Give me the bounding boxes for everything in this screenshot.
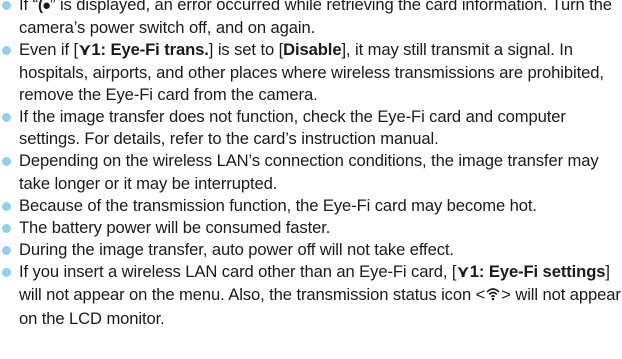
bullet-icon [2,224,11,234]
note-auto-power-off: During the image transfer, auto power of… [0,239,622,261]
note-other-lan-card: If you insert a wireless LAN card other … [0,261,622,330]
note-battery: The battery power will be consumed faste… [0,217,622,239]
note-text: The battery power will be consumed faste… [19,218,331,238]
note-disable-transmit: Even if [⋎1: Eye-Fi trans.] is set to [D… [0,39,622,106]
note-text: Because of the transmission function, th… [19,195,537,215]
note-card-hot: Because of the transmission function, th… [0,195,622,217]
note-text: During the image transfer, auto power of… [19,240,454,260]
bullet-icon [2,113,11,123]
bullet-icon [2,201,11,211]
note-transfer-failure: If the image transfer does not function,… [0,106,622,150]
note-text: If “(●” is displayed, an error occurred … [19,0,612,37]
note-text: If you insert a wireless LAN card other … [19,262,621,328]
note-text: If the image transfer does not function,… [19,107,566,149]
bullet-icon [2,246,11,256]
transmission-status-icon [485,286,501,308]
note-text: Even if [⋎1: Eye-Fi trans.] is set to [D… [19,40,604,104]
menu-item-eye-fi-settings: ⋎1: Eye-Fi settings [456,262,606,282]
note-connection-conditions: Depending on the wireless LAN’s connecti… [0,150,622,194]
bullet-icon [2,1,11,10]
bullet-icon [2,46,11,56]
notes-list: If “(●” is displayed, an error occurred … [0,0,622,330]
bullet-icon [2,268,11,278]
note-text: Depending on the wireless LAN’s connecti… [19,151,599,193]
card-error-icon: (● [37,0,51,14]
bullet-icon [2,157,11,167]
setting-value-disable: Disable [283,40,342,60]
menu-item-eye-fi-trans: ⋎1: Eye-Fi trans. [78,40,209,60]
note-card-error: If “(●” is displayed, an error occurred … [0,0,622,39]
